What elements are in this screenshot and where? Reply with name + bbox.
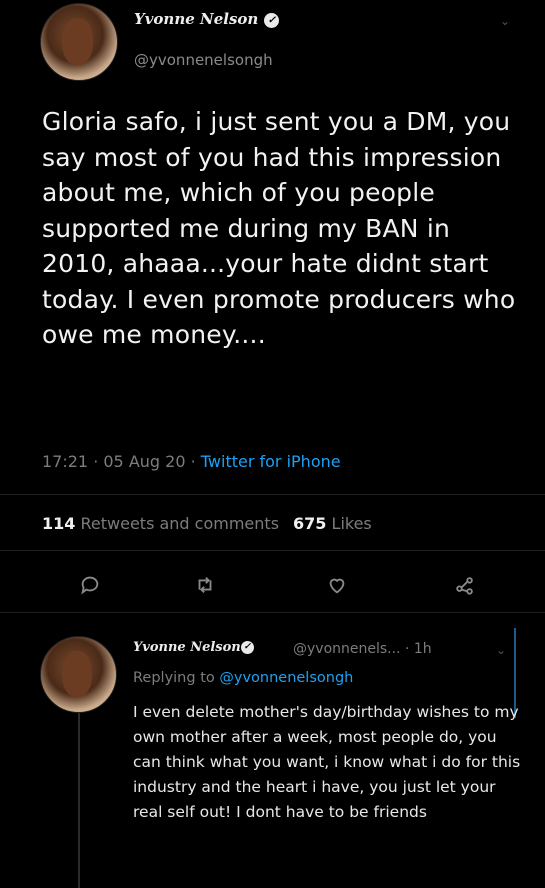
chevron-down-icon[interactable]: ⌄ (500, 14, 510, 28)
speech-bubble-icon (81, 576, 99, 595)
tweet-stats: 114 Retweets and comments 675 Likes (42, 514, 372, 533)
retweets-stat[interactable]: 114 Retweets and comments (42, 514, 279, 533)
reply-author-name[interactable]: Yvonne Nelson ✓ (133, 640, 254, 655)
meta-separator: · (93, 452, 104, 471)
likes-label: Likes (331, 514, 372, 533)
retweets-count: 114 (42, 514, 76, 533)
avatar-face (62, 650, 92, 697)
reply-author-name-text: Yvonne Nelson (133, 640, 241, 655)
like-button[interactable] (322, 574, 352, 604)
retweets-label: Retweets and comments (80, 514, 280, 533)
verified-badge-icon: ✓ (240, 641, 254, 654)
share-button[interactable] (450, 574, 480, 604)
replying-to: Replying to @yvonnenelsongh (133, 670, 353, 686)
divider (0, 494, 545, 495)
reply-handle-time: @yvonnenels... · 1h (293, 641, 432, 657)
likes-count: 675 (293, 514, 327, 533)
tweet-text: Gloria safo, i just sent you a DM, you s… (42, 107, 516, 349)
replying-prefix: Replying to (133, 670, 215, 686)
avatar-face (62, 17, 93, 65)
reply-author-avatar[interactable] (40, 636, 117, 713)
replying-to-link[interactable]: @yvonnenelsongh (219, 670, 353, 686)
reply-button[interactable] (75, 574, 105, 604)
divider (0, 550, 545, 551)
reply-tweet-text: I even delete mother's day/birthday wish… (133, 703, 521, 821)
tweet-meta: 17:21 · 05 Aug 20 · Twitter for iPhone (42, 452, 341, 471)
verified-badge-icon: ✓ (264, 12, 280, 28)
chevron-down-icon[interactable]: ⌄ (496, 643, 506, 657)
share-icon (456, 577, 473, 595)
tweet-client-link[interactable]: Twitter for iPhone (201, 452, 341, 471)
retweet-icon (198, 577, 212, 593)
author-handle[interactable]: @yvonnenelsongh (134, 51, 273, 69)
heart-icon (329, 578, 345, 594)
divider (0, 612, 545, 613)
meta-separator: · (190, 452, 201, 471)
tweet-time: 17:21 (42, 452, 89, 471)
retweet-button[interactable] (190, 574, 220, 604)
author-avatar[interactable] (40, 3, 118, 81)
author-name[interactable]: Yvonne Nelson ✓ (134, 10, 280, 28)
thread-line (78, 713, 80, 888)
likes-stat[interactable]: 675 Likes (293, 514, 372, 533)
author-name-text: Yvonne Nelson (134, 10, 259, 28)
tweet-date: 05 Aug 20 (103, 452, 186, 471)
